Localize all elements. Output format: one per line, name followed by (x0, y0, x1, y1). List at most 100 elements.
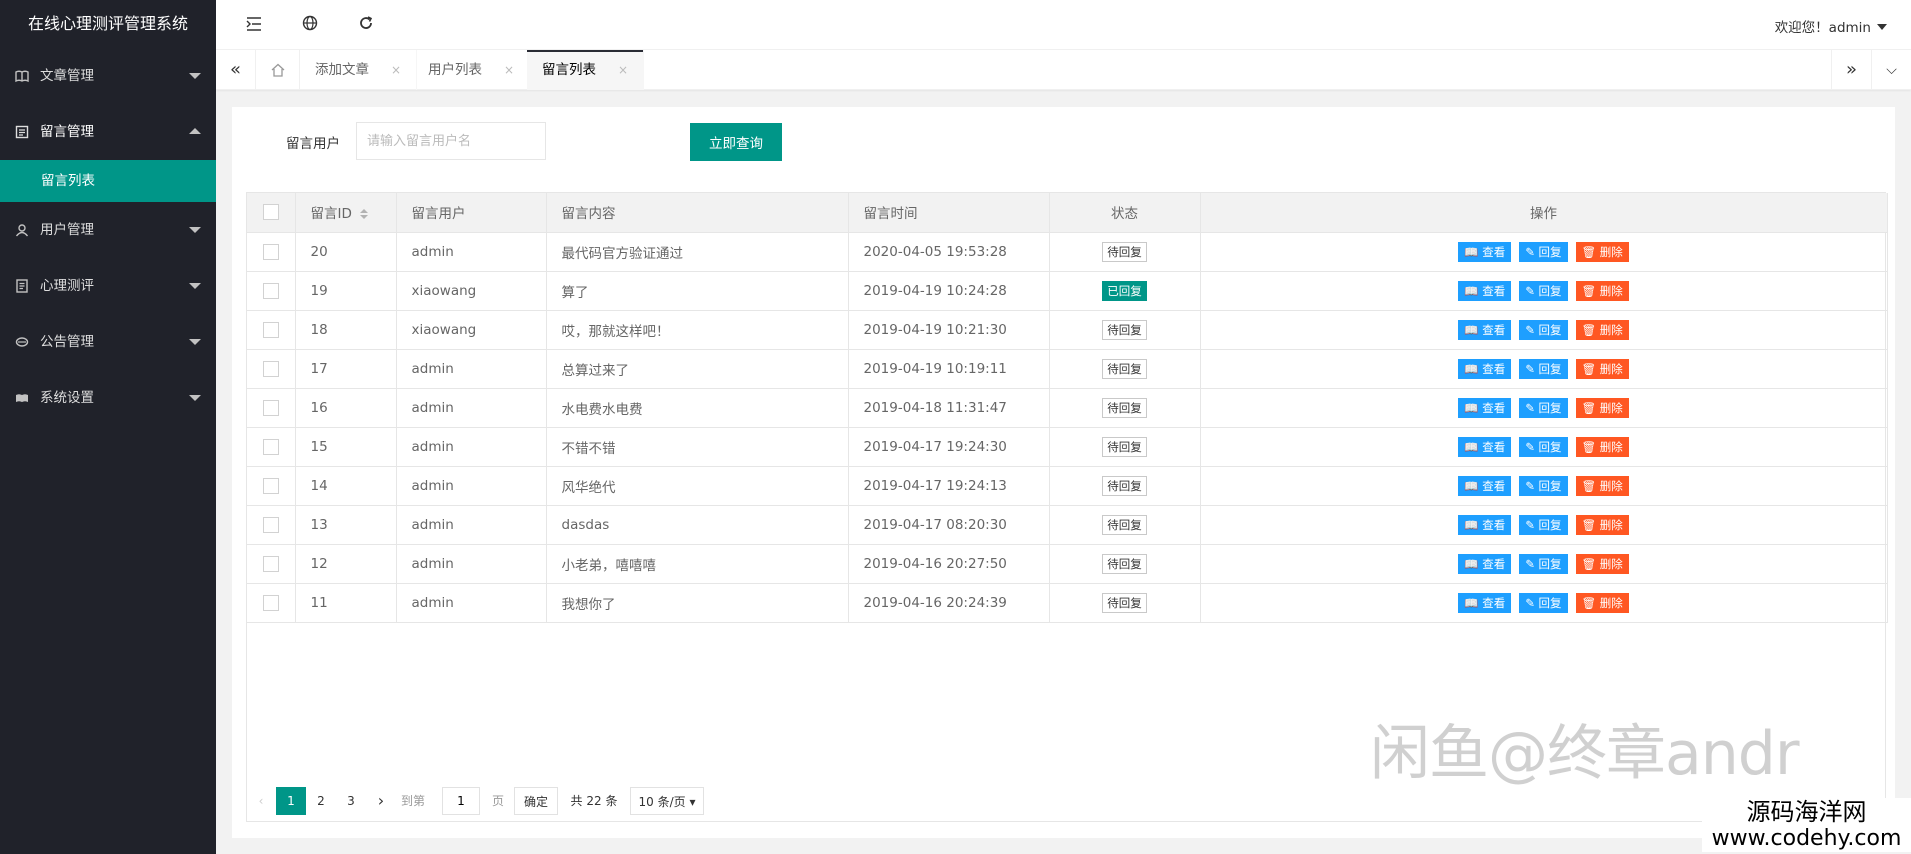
table-row: 12 admin 小老弟，嘻嘻嘻 2019-04-16 20:27:50 待回复 📖 查看… (247, 544, 1888, 584)
delete-button[interactable]: 🗑 删除 (1575, 553, 1629, 574)
page-1[interactable]: 1 (276, 787, 306, 815)
row-checkbox[interactable] (247, 349, 296, 389)
close-icon[interactable]: × (618, 63, 628, 77)
tabs-menu-chevron-icon[interactable]: ⌵ (1871, 50, 1911, 90)
reply-button[interactable]: ✎ 回复 (1519, 319, 1568, 340)
globe-icon[interactable] (300, 15, 320, 35)
cell-id: 13 (295, 505, 397, 545)
row-checkbox[interactable] (247, 271, 296, 311)
cell-status: 待回复 (1049, 505, 1201, 545)
sidebar-item-articles[interactable]: 文章管理 (0, 48, 216, 104)
page-size-select[interactable]: 10 条/页 ▾ (630, 787, 704, 815)
search-button[interactable]: 立即查询 (690, 123, 782, 161)
delete-button[interactable]: 🗑 删除 (1575, 436, 1629, 457)
trash-icon: 🗑 (1581, 361, 1597, 376)
next-page-icon[interactable]: › (366, 787, 396, 815)
row-checkbox[interactable] (247, 427, 296, 467)
prev-page-icon[interactable]: ‹ (246, 787, 276, 815)
cell-actions: 📖 查看 ✎ 回复 🗑 删除 (1200, 583, 1888, 623)
header-id[interactable]: 留言ID (295, 193, 397, 233)
cell-actions: 📖 查看 ✎ 回复 🗑 删除 (1200, 505, 1888, 545)
row-checkbox[interactable] (247, 505, 296, 545)
sidebar-item-users[interactable]: 用户管理 (0, 202, 216, 258)
view-button[interactable]: 📖 查看 (1458, 319, 1512, 340)
row-checkbox[interactable] (247, 466, 296, 506)
cell-actions: 📖 查看 ✎ 回复 🗑 删除 (1200, 232, 1888, 272)
view-button[interactable]: 📖 查看 (1458, 358, 1512, 379)
select-all-checkbox[interactable] (247, 193, 296, 233)
row-checkbox[interactable] (247, 583, 296, 623)
delete-button[interactable]: 🗑 删除 (1575, 592, 1629, 613)
view-button[interactable]: 📖 查看 (1458, 280, 1512, 301)
reply-button[interactable]: ✎ 回复 (1519, 436, 1568, 457)
delete-button[interactable]: 🗑 删除 (1575, 358, 1629, 379)
reply-button[interactable]: ✎ 回复 (1519, 592, 1568, 613)
sidebar-item-announcements[interactable]: 公告管理 (0, 314, 216, 370)
goto-page-input[interactable] (442, 787, 480, 815)
view-label: 查看 (1482, 439, 1506, 454)
cell-content: 不错不错 (546, 427, 849, 467)
reply-button[interactable]: ✎ 回复 (1519, 358, 1568, 379)
delete-button[interactable]: 🗑 删除 (1575, 241, 1629, 262)
home-tab[interactable] (256, 50, 300, 90)
page-3[interactable]: 3 (336, 787, 366, 815)
view-button[interactable]: 📖 查看 (1458, 397, 1512, 418)
row-checkbox[interactable] (247, 544, 296, 584)
cell-actions: 📖 查看 ✎ 回复 🗑 删除 (1200, 310, 1888, 350)
close-icon[interactable]: × (391, 63, 401, 77)
delete-button[interactable]: 🗑 删除 (1575, 475, 1629, 496)
row-checkbox[interactable] (247, 310, 296, 350)
cell-user: admin (396, 544, 547, 584)
reply-label: 回复 (1538, 517, 1562, 532)
sidebar-item-messages[interactable]: 留言管理 (0, 104, 216, 160)
tab-message-list[interactable]: 留言列表 × (527, 50, 645, 90)
delete-label: 删除 (1599, 283, 1623, 298)
top-header: 欢迎您！admin (216, 0, 1911, 50)
view-button[interactable]: 📖 查看 (1458, 241, 1512, 262)
view-button[interactable]: 📖 查看 (1458, 553, 1512, 574)
reply-label: 回复 (1538, 478, 1562, 493)
row-checkbox[interactable] (247, 232, 296, 272)
sidebar-subitem-message-list[interactable]: 留言列表 (0, 160, 216, 202)
delete-button[interactable]: 🗑 删除 (1575, 280, 1629, 301)
sidebar-item-settings[interactable]: 系统设置 (0, 370, 216, 426)
delete-button[interactable]: 🗑 删除 (1575, 397, 1629, 418)
tabs-scroll-left-icon[interactable]: « (216, 50, 256, 90)
close-icon[interactable]: × (504, 63, 514, 77)
menu-collapse-icon[interactable] (244, 15, 264, 35)
header-actions: 操作 (1200, 193, 1888, 233)
sort-icon[interactable] (359, 209, 368, 220)
delete-label: 删除 (1599, 361, 1623, 376)
reply-button[interactable]: ✎ 回复 (1519, 475, 1568, 496)
reply-button[interactable]: ✎ 回复 (1519, 241, 1568, 262)
book-icon: 📖 (1464, 400, 1479, 415)
site-badge-title: 源码海洋网 (1702, 798, 1911, 826)
cell-time: 2019-04-17 19:24:30 (848, 427, 1050, 467)
reply-label: 回复 (1538, 595, 1562, 610)
goto-confirm-button[interactable]: 确定 (514, 787, 558, 815)
reply-button[interactable]: ✎ 回复 (1519, 397, 1568, 418)
search-input[interactable] (356, 122, 546, 160)
row-checkbox[interactable] (247, 388, 296, 428)
reply-button[interactable]: ✎ 回复 (1519, 514, 1568, 535)
sidebar-item-assessment[interactable]: 心理测评 (0, 258, 216, 314)
sidebar-item-label: 留言管理 (40, 124, 94, 140)
view-button[interactable]: 📖 查看 (1458, 592, 1512, 613)
view-button[interactable]: 📖 查看 (1458, 475, 1512, 496)
reply-button[interactable]: ✎ 回复 (1519, 280, 1568, 301)
view-button[interactable]: 📖 查看 (1458, 514, 1512, 535)
delete-button[interactable]: 🗑 删除 (1575, 514, 1629, 535)
view-button[interactable]: 📖 查看 (1458, 436, 1512, 457)
tab-add-article[interactable]: 添加文章 × (300, 50, 418, 90)
pencil-icon: ✎ (1525, 361, 1535, 376)
page-2[interactable]: 2 (306, 787, 336, 815)
tabs-scroll-right-icon[interactable]: » (1831, 50, 1871, 90)
table-row: 18 xiaowang 哎，那就这样吧！ 2019-04-19 10:21:30 待回复… (247, 310, 1888, 350)
user-menu[interactable]: 欢迎您！admin (1775, 16, 1887, 36)
reply-button[interactable]: ✎ 回复 (1519, 553, 1568, 574)
cell-time: 2019-04-19 10:24:28 (848, 271, 1050, 311)
delete-button[interactable]: 🗑 删除 (1575, 319, 1629, 340)
watermark-text: 闲鱼@终章andr (1370, 719, 1800, 789)
tab-user-list[interactable]: 用户列表 × (413, 50, 531, 90)
refresh-icon[interactable] (356, 15, 376, 35)
